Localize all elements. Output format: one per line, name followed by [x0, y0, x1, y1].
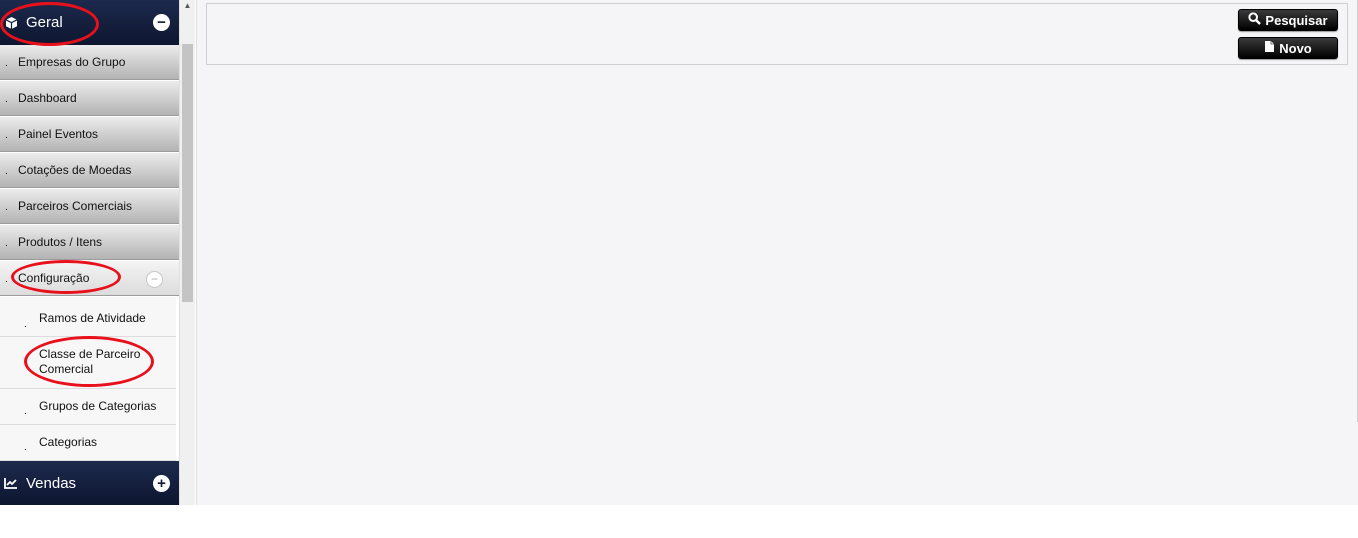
- submenu-item-label: Categorias: [39, 435, 98, 449]
- bullet: .: [5, 166, 8, 177]
- section-vendas[interactable]: Vendas +: [0, 461, 179, 505]
- bullet: .: [5, 202, 8, 213]
- sidebar-scrollbar[interactable]: ▲: [179, 0, 195, 505]
- main-content: Pesquisar Novo: [196, 0, 1358, 505]
- menu-item-cotacoes[interactable]: . Cotações de Moedas: [0, 153, 179, 188]
- search-button-label: Pesquisar: [1265, 12, 1328, 28]
- submenu-item-grupos-categorias[interactable]: . Grupos de Categorias: [0, 389, 176, 425]
- submenu-item-label: Classe de Parceiro Comercial: [39, 347, 141, 376]
- section-vendas-title: Vendas: [26, 474, 77, 492]
- menu-item-produtos[interactable]: . Produtos / Itens: [0, 225, 179, 260]
- menu-item-label: Configuração: [18, 271, 90, 285]
- submenu-item-label: Grupos de Categorias: [39, 399, 157, 413]
- menu-item-parceiros[interactable]: . Parceiros Comerciais: [0, 189, 179, 224]
- submenu-item-label: Ramos de Atividade: [39, 311, 146, 325]
- collapse-icon[interactable]: −: [146, 271, 163, 288]
- new-button-label: Novo: [1279, 40, 1312, 56]
- menu-item-label: Empresas do Grupo: [18, 55, 126, 69]
- section-geral[interactable]: Geral −: [0, 0, 179, 45]
- submenu-item-classe-parceiro[interactable]: Classe de Parceiro Comercial: [0, 337, 176, 389]
- bullet: .: [5, 274, 8, 285]
- menu-item-label: Painel Eventos: [18, 127, 99, 141]
- bullet: .: [5, 130, 8, 141]
- collapse-icon[interactable]: −: [153, 14, 170, 31]
- submenu-item-ramos[interactable]: . Ramos de Atividade: [0, 297, 176, 337]
- menu-item-configuracao[interactable]: . Configuração −: [0, 261, 179, 296]
- bullet: .: [5, 58, 8, 69]
- menu-item-label: Cotações de Moedas: [18, 163, 132, 177]
- scroll-up-arrow-icon[interactable]: ▲: [180, 0, 195, 14]
- expand-icon[interactable]: +: [153, 475, 170, 492]
- bullet: .: [24, 319, 27, 330]
- menu-item-empresas[interactable]: . Empresas do Grupo: [0, 45, 179, 80]
- submenu-item-categorias[interactable]: . Categorias: [0, 425, 176, 461]
- new-button[interactable]: Novo: [1238, 37, 1338, 59]
- bullet: .: [24, 442, 27, 453]
- menu-item-painel-eventos[interactable]: . Painel Eventos: [0, 117, 179, 152]
- cube-icon: [3, 15, 19, 31]
- bullet: .: [5, 94, 8, 105]
- menu-item-label: Parceiros Comerciais: [18, 199, 133, 213]
- menu-item-label: Dashboard: [18, 91, 77, 105]
- search-icon: [1248, 12, 1262, 28]
- menu-item-label: Produtos / Itens: [18, 235, 103, 249]
- app-window: Geral − . Empresas do Grupo . Dashboard …: [0, 0, 1358, 505]
- search-panel: Pesquisar Novo: [206, 3, 1348, 65]
- section-geral-title: Geral: [26, 14, 63, 31]
- sidebar: Geral − . Empresas do Grupo . Dashboard …: [0, 0, 179, 505]
- search-button[interactable]: Pesquisar: [1238, 9, 1338, 31]
- scroll-thumb[interactable]: [182, 44, 193, 302]
- line-chart-icon: [3, 475, 19, 491]
- menu-item-dashboard[interactable]: . Dashboard: [0, 81, 179, 116]
- bullet: .: [5, 238, 8, 249]
- file-icon: [1264, 40, 1275, 56]
- bullet: .: [24, 406, 27, 417]
